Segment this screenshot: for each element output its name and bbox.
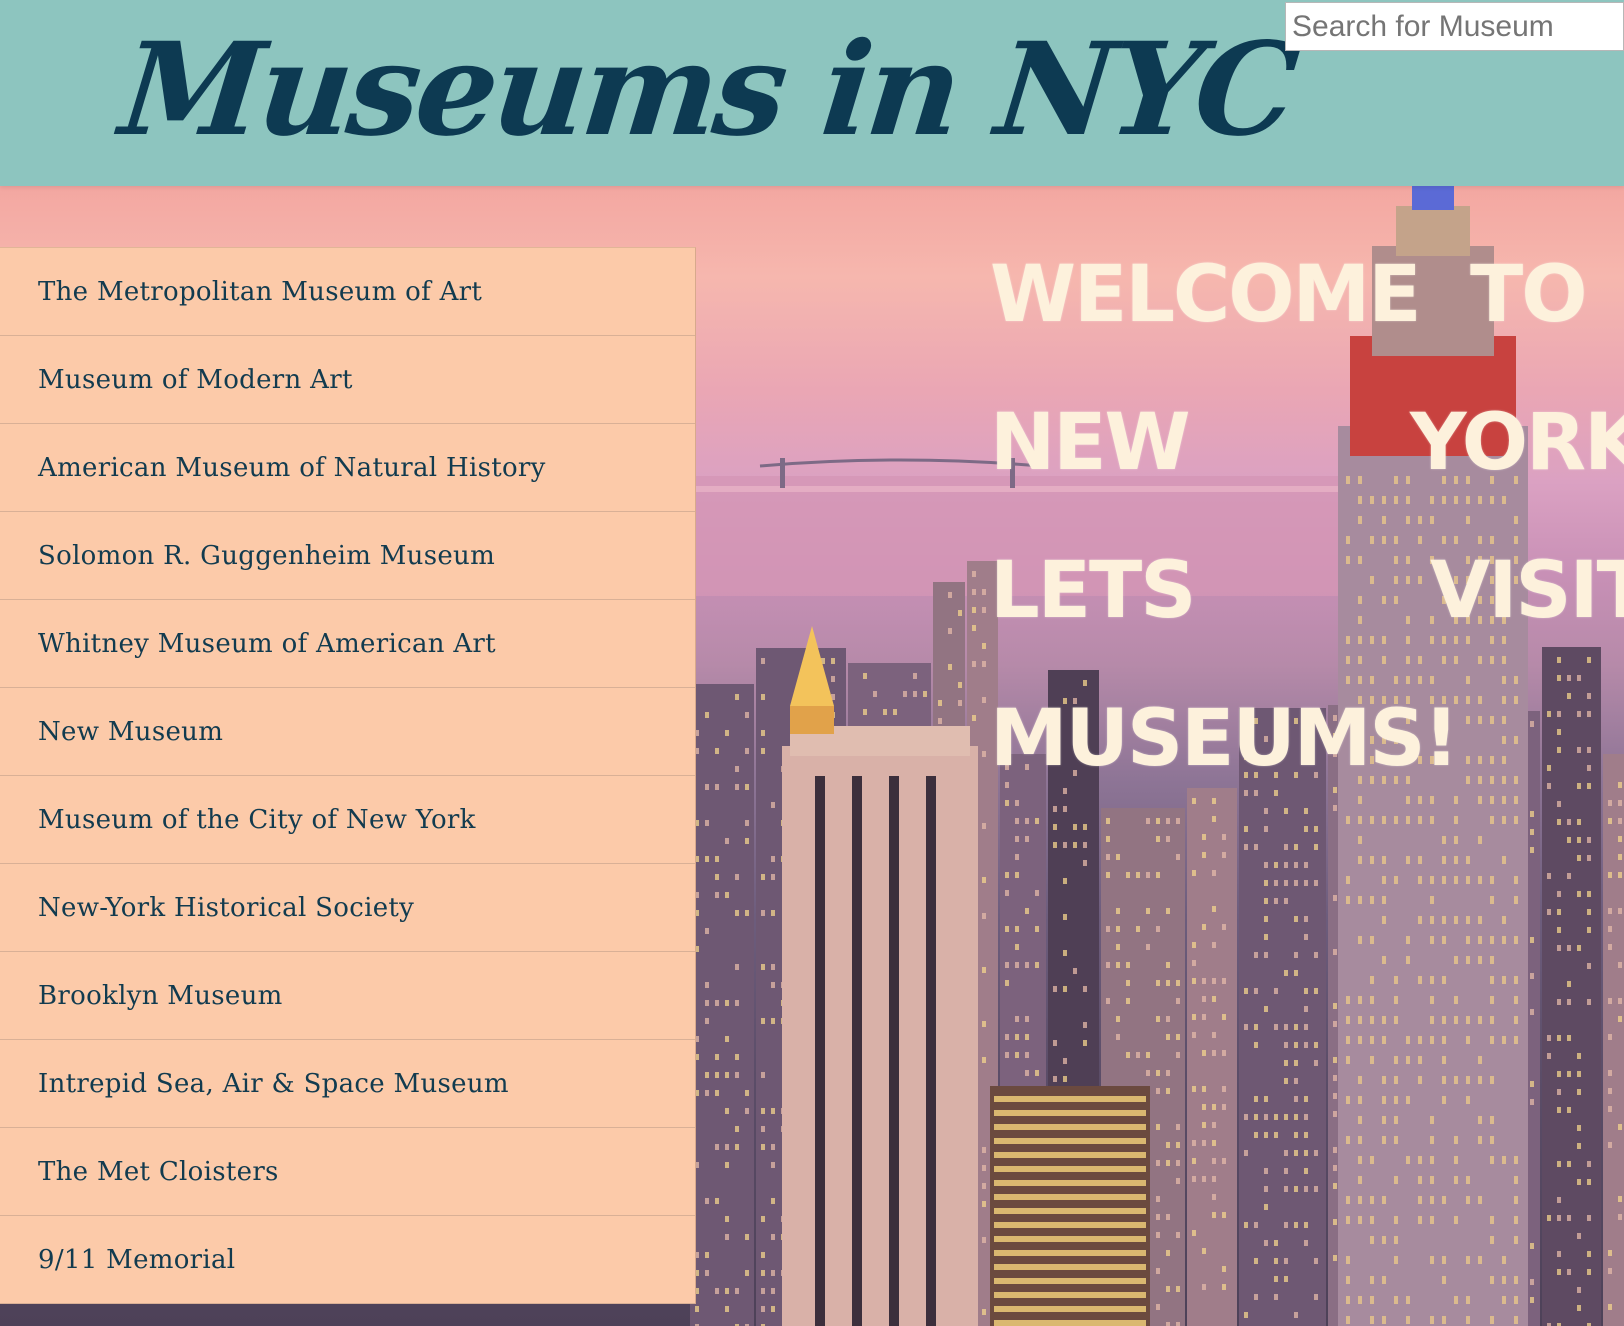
museum-list-item[interactable]: Brooklyn Museum xyxy=(0,952,695,1040)
museum-list-item[interactable]: New Museum xyxy=(0,688,695,776)
welcome-word-6: VISIT xyxy=(1430,546,1624,636)
welcome-word-7: MUSEUMS! xyxy=(990,694,1459,784)
page: WELCOME TO NEW YORK! LETS VISIT MUSEUMS!… xyxy=(0,0,1624,1326)
museum-list-item[interactable]: New-York Historical Society xyxy=(0,864,695,952)
welcome-word-3: NEW xyxy=(990,398,1191,488)
welcome-word-4: YORK! xyxy=(1410,398,1624,488)
museum-list-item[interactable]: Intrepid Sea, Air & Space Museum xyxy=(0,1040,695,1128)
museum-list-item[interactable]: The Met Cloisters xyxy=(0,1128,695,1216)
museum-list-item[interactable]: Solomon R. Guggenheim Museum xyxy=(0,512,695,600)
museum-list-item[interactable]: Museum of Modern Art xyxy=(0,336,695,424)
site-header: Museums in NYC xyxy=(0,0,1624,186)
welcome-word-5: LETS xyxy=(990,546,1196,636)
search-input[interactable] xyxy=(1285,2,1624,51)
welcome-word-2: TO xyxy=(1470,250,1588,340)
foreground-tower xyxy=(782,726,978,1326)
museum-list-item[interactable]: American Museum of Natural History xyxy=(0,424,695,512)
museum-list-item[interactable]: The Metropolitan Museum of Art xyxy=(0,248,695,336)
welcome-word-1: WELCOME xyxy=(990,250,1421,340)
museum-list-item[interactable]: Whitney Museum of American Art xyxy=(0,600,695,688)
museum-list-item[interactable]: Museum of the City of New York xyxy=(0,776,695,864)
museum-list: The Metropolitan Museum of Art Museum of… xyxy=(0,247,696,1304)
museum-list-item[interactable]: 9/11 Memorial xyxy=(0,1216,695,1304)
page-title: Museums in NYC xyxy=(114,15,1302,165)
